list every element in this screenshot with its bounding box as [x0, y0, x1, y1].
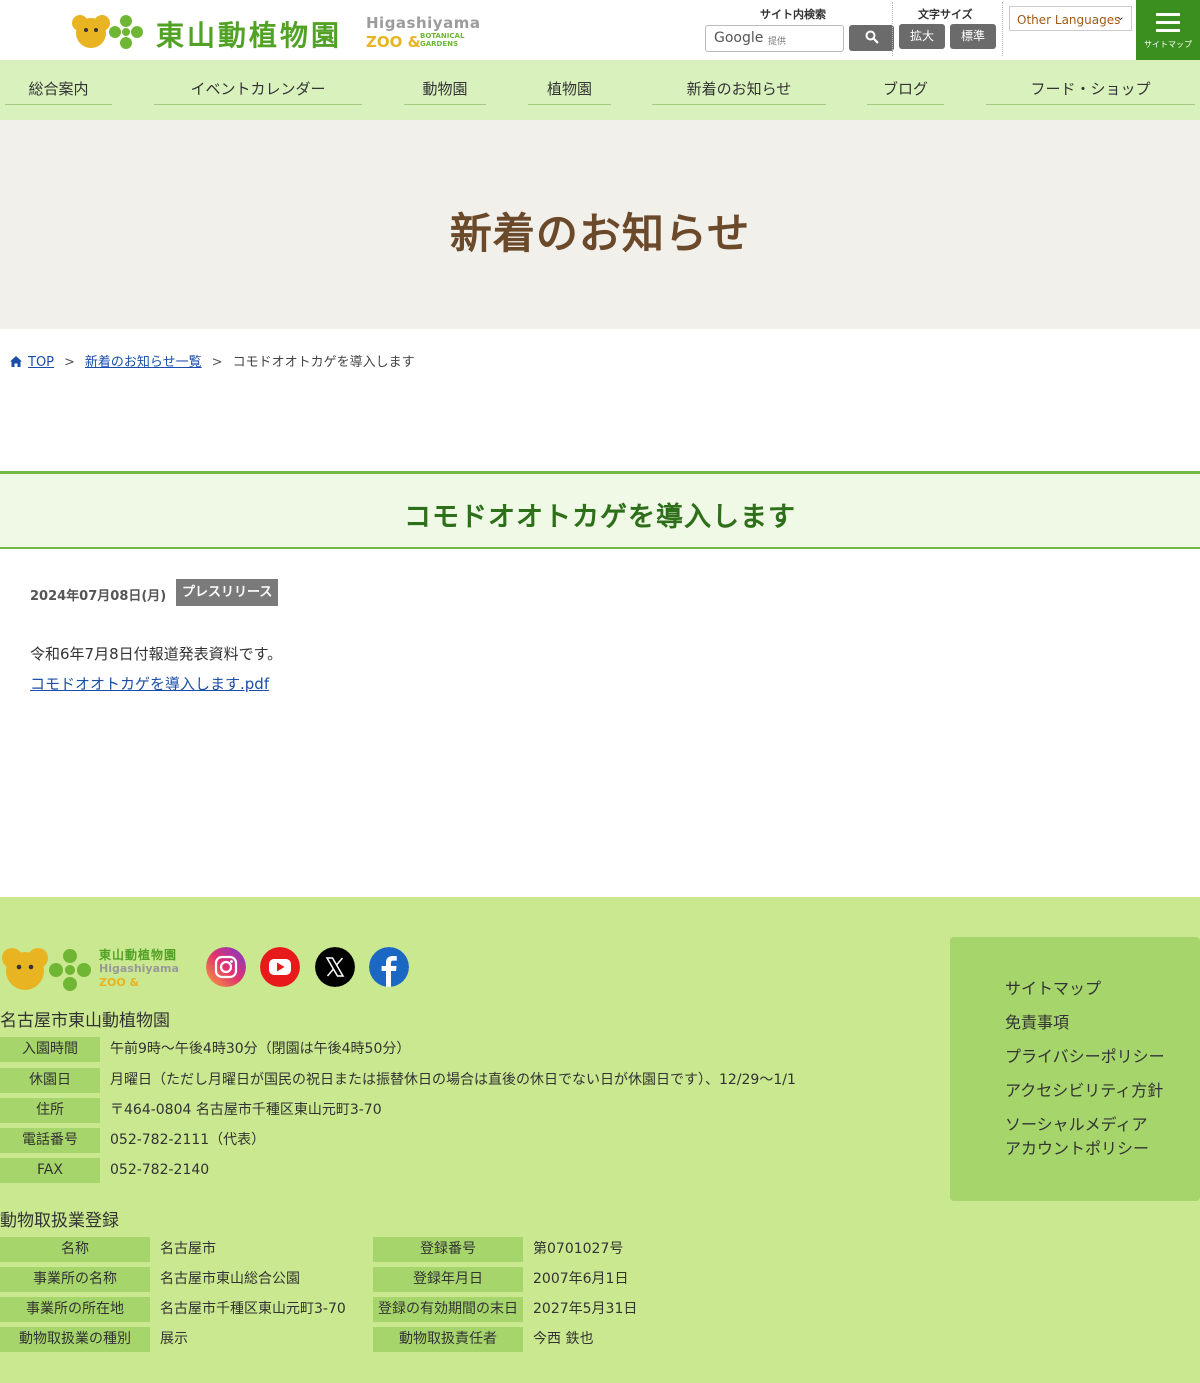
- footer-logo-text-jp: 東山動植物園: [99, 948, 178, 962]
- registration-label: 登録年月日: [373, 1267, 523, 1292]
- registration-value: 名古屋市東山総合公園: [160, 1271, 300, 1287]
- info-value: 〒464-0804 名古屋市千種区東山元町3-70: [110, 1102, 382, 1118]
- breadcrumb-top-link[interactable]: TOP: [28, 355, 54, 370]
- page-title: 新着のお知らせ: [449, 209, 751, 258]
- language-select-value: Other Languages: [1017, 13, 1121, 27]
- registration-label: 名称: [0, 1237, 150, 1262]
- breadcrumb-separator: >: [64, 355, 75, 370]
- search-input[interactable]: Google 提供: [705, 25, 844, 52]
- info-label: FAX: [0, 1158, 100, 1183]
- header-divider: [892, 2, 893, 56]
- search-icon: [865, 30, 879, 44]
- info-value: 052-782-2140: [110, 1162, 210, 1178]
- registration-value: 今西 鉄也: [533, 1331, 594, 1347]
- youtube-icon[interactable]: [260, 947, 300, 987]
- article-title-bar: コモドオオトカゲを導入します: [0, 471, 1200, 549]
- footer-links-panel: サイトマップ 免責事項 プライバシーポリシー アクセシビリティ方針 ソーシャルメ…: [950, 937, 1200, 1201]
- article-title: コモドオオトカゲを導入します: [404, 502, 796, 533]
- info-label: 休園日: [0, 1068, 100, 1093]
- breadcrumb-current: コモドオオトカゲを導入します: [232, 355, 415, 370]
- footer-logo-mark-icon: [2, 948, 91, 991]
- logo-text-en: Higashiyama: [366, 14, 481, 32]
- pdf-link[interactable]: コモドオオトカゲを導入します.pdf: [30, 673, 269, 694]
- search-button[interactable]: [849, 25, 894, 51]
- info-label: 住所: [0, 1098, 100, 1123]
- logo-mark-icon: [72, 15, 143, 49]
- site-footer: 東山動植物園 Higashiyama ZOO & 名古屋市東山動植物園 入園時間…: [0, 897, 1200, 1383]
- chevron-down-icon: ⌄: [1115, 10, 1125, 23]
- sitemap-menu-button[interactable]: サイトマップ: [1136, 0, 1200, 60]
- global-nav: 総合案内 イベントカレンダー 動物園 植物園 新着のお知らせ ブログ フード・シ…: [0, 60, 1200, 120]
- font-standard-button[interactable]: 標準: [950, 24, 996, 49]
- footer-logo[interactable]: 東山動植物園 Higashiyama ZOO &: [0, 944, 190, 996]
- site-logo[interactable]: 東山動植物園 Higashiyama ZOO & BOTANICAL GARDE…: [72, 12, 480, 52]
- logo-text-zoo: ZOO &: [366, 33, 421, 51]
- registration-label: 事業所の所在地: [0, 1297, 150, 1322]
- page-hero: 新着のお知らせ: [0, 120, 1200, 329]
- facebook-icon[interactable]: [369, 947, 409, 987]
- category-badge: プレスリリース: [176, 579, 279, 606]
- home-icon: [10, 356, 22, 367]
- logo-text-jp: 東山動植物園: [156, 19, 343, 52]
- footer-logo-text-en: Higashiyama: [99, 962, 179, 975]
- logo-text-botanical: BOTANICAL GARDENS: [420, 32, 465, 48]
- google-label: Google: [714, 30, 764, 46]
- registration-label: 登録番号: [373, 1237, 523, 1262]
- article-date: 2024年07月08日(月): [30, 589, 167, 604]
- footer-link-social-media[interactable]: ソーシャルメディア: [1005, 1113, 1148, 1137]
- info-value: 052-782-2111（代表）: [110, 1132, 266, 1148]
- registration-label: 登録の有効期間の末日: [373, 1297, 523, 1322]
- sitemap-menu-label: サイトマップ: [1144, 40, 1192, 49]
- footer-link-sitemap[interactable]: サイトマップ: [1005, 977, 1101, 1001]
- site-header: 東山動植物園 Higashiyama ZOO & BOTANICAL GARDE…: [0, 0, 1200, 60]
- info-value: 月曜日（ただし月曜日が国民の祝日または振替休日の場合は直後の休日でない日が休園日…: [110, 1072, 796, 1088]
- registration-value: 展示: [160, 1331, 188, 1347]
- footer-logo-text-zoo: ZOO &: [99, 976, 140, 989]
- registration-value: 2027年5月31日: [533, 1301, 638, 1317]
- footer-link-privacy[interactable]: プライバシーポリシー: [1005, 1045, 1165, 1069]
- footer-link-accessibility[interactable]: アクセシビリティ方針: [1005, 1079, 1163, 1103]
- registration-label: 動物取扱業の種別: [0, 1327, 150, 1352]
- registration-title: 動物取扱業登録: [0, 1211, 119, 1231]
- instagram-icon[interactable]: [206, 947, 246, 987]
- registration-value: 2007年6月1日: [533, 1271, 629, 1287]
- info-label: 入園時間: [0, 1037, 100, 1062]
- footer-facility-name: 名古屋市東山動植物園: [0, 1011, 170, 1031]
- breadcrumb-news-list-link[interactable]: 新着のお知らせ一覧: [85, 355, 202, 370]
- info-label: 電話番号: [0, 1128, 100, 1153]
- breadcrumb: TOP > 新着のお知らせ一覧 > コモドオオトカゲを導入します: [10, 351, 415, 370]
- registration-label: 動物取扱責任者: [373, 1327, 523, 1352]
- registration-label: 事業所の名称: [0, 1267, 150, 1292]
- registration-value: 第0701027号: [533, 1241, 624, 1257]
- google-provided-label: 提供: [768, 37, 787, 47]
- header-divider: [1002, 2, 1003, 56]
- hamburger-icon: [1156, 13, 1180, 37]
- info-value: 午前9時～午後4時30分（閉園は午後4時50分）: [110, 1041, 411, 1057]
- footer-link-account-policy[interactable]: アカウントポリシー: [1005, 1137, 1149, 1161]
- font-enlarge-button[interactable]: 拡大: [899, 24, 945, 49]
- nav-item-blog[interactable]: ブログ: [867, 78, 944, 105]
- nav-item-news[interactable]: 新着のお知らせ: [652, 78, 826, 105]
- breadcrumb-separator: >: [211, 355, 223, 370]
- footer-link-disclaimer[interactable]: 免責事項: [1005, 1011, 1069, 1035]
- font-size-label: 文字サイズ: [918, 8, 973, 21]
- registration-value: 名古屋市千種区東山元町3-70: [160, 1301, 346, 1317]
- search-label: サイト内検索: [760, 8, 826, 21]
- nav-item-botanical[interactable]: 植物園: [528, 78, 611, 105]
- nav-item-guide[interactable]: 総合案内: [5, 78, 112, 105]
- nav-item-food-shop[interactable]: フード・ショップ: [986, 78, 1195, 105]
- x-icon[interactable]: [315, 947, 355, 987]
- nav-item-zoo[interactable]: 動物園: [404, 78, 486, 105]
- language-select[interactable]: Other Languages ⌄: [1009, 6, 1132, 31]
- registration-value: 名古屋市: [160, 1241, 216, 1257]
- article-body: 令和6年7月8日付報道発表資料です。: [30, 645, 283, 663]
- nav-item-event-calendar[interactable]: イベントカレンダー: [154, 78, 362, 105]
